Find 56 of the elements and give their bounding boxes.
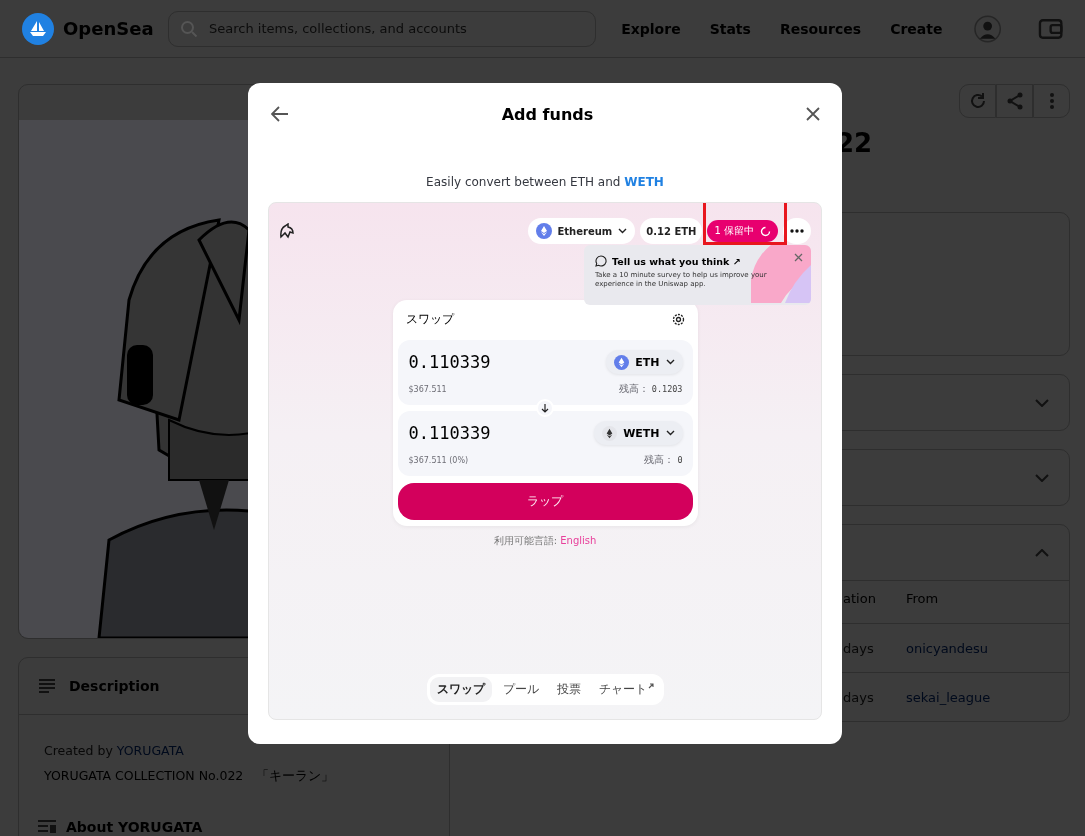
settings-icon[interactable] (671, 313, 685, 326)
description-icon (39, 679, 55, 693)
ethereum-icon (602, 425, 618, 441)
wrap-button[interactable]: ラップ (397, 483, 693, 520)
decoration-drawing (751, 245, 811, 303)
close-icon[interactable] (794, 253, 803, 262)
survey-title[interactable]: Tell us what you think ↗ (612, 255, 741, 267)
refresh-icon (968, 92, 987, 110)
column-header: ation (843, 591, 877, 606)
language-link[interactable]: English (560, 535, 597, 546)
usd-value: $367.511 (0%) (408, 455, 469, 465)
chevron-down-icon (665, 359, 675, 365)
description-title: Description (69, 678, 160, 694)
share-button[interactable] (996, 84, 1033, 118)
chevron-down-icon[interactable] (1035, 398, 1049, 407)
languages-text: 利用可能言語: English (493, 534, 597, 548)
token-selector[interactable]: ETH (606, 350, 683, 374)
chevron-down-icon (618, 228, 628, 234)
dialog-title: Add funds (501, 104, 594, 124)
logo-icon[interactable] (22, 12, 54, 45)
chevron-down-icon[interactable] (1035, 473, 1049, 482)
balance-text: 残高： 0.1203 (618, 382, 683, 396)
amount-value[interactable]: 0.110339 (408, 352, 491, 372)
column-header: From (906, 591, 939, 606)
swap-title: スワップ (405, 311, 454, 328)
more-icon (1049, 93, 1054, 109)
back-arrow-icon[interactable] (271, 106, 289, 122)
wallet-balance-button[interactable]: 0.12 ETH (640, 218, 703, 244)
ethereum-icon (535, 223, 552, 239)
ethereum-icon (614, 354, 630, 370)
more-icon (790, 229, 804, 233)
share-icon (1005, 92, 1024, 110)
tab[interactable]: チャート (591, 677, 661, 702)
chat-bubble-icon (595, 255, 607, 267)
pending-transaction-button[interactable]: 1 保留中 (707, 220, 778, 242)
weth-link[interactable]: WETH (624, 175, 664, 189)
more-button[interactable] (1033, 84, 1070, 118)
tab[interactable]: スワップ (429, 677, 492, 702)
dialog-subtitle: Easily convert between ETH and WETH (425, 175, 665, 189)
about-heading: About YORUGATA (66, 819, 203, 835)
profile-avatar[interactable] (974, 14, 1002, 43)
about-icon (38, 820, 56, 834)
chevron-up-icon[interactable] (1035, 548, 1049, 557)
search-icon (180, 19, 198, 38)
amount-value[interactable]: 0.110339 (408, 423, 491, 443)
token-selector[interactable]: WETH (594, 421, 683, 445)
unicorn-logo-icon[interactable] (279, 223, 295, 239)
chevron-down-icon (665, 430, 675, 436)
tab[interactable]: 投票 (549, 677, 588, 702)
close-icon[interactable] (806, 107, 820, 121)
spinner-icon (760, 225, 771, 237)
balance-text: 残高： 0 (644, 453, 683, 467)
network-selector[interactable]: Ethereum (527, 218, 636, 244)
tab[interactable]: プール (495, 677, 546, 702)
usd-value: $367.511 (408, 384, 447, 394)
refresh-button[interactable] (959, 84, 996, 118)
